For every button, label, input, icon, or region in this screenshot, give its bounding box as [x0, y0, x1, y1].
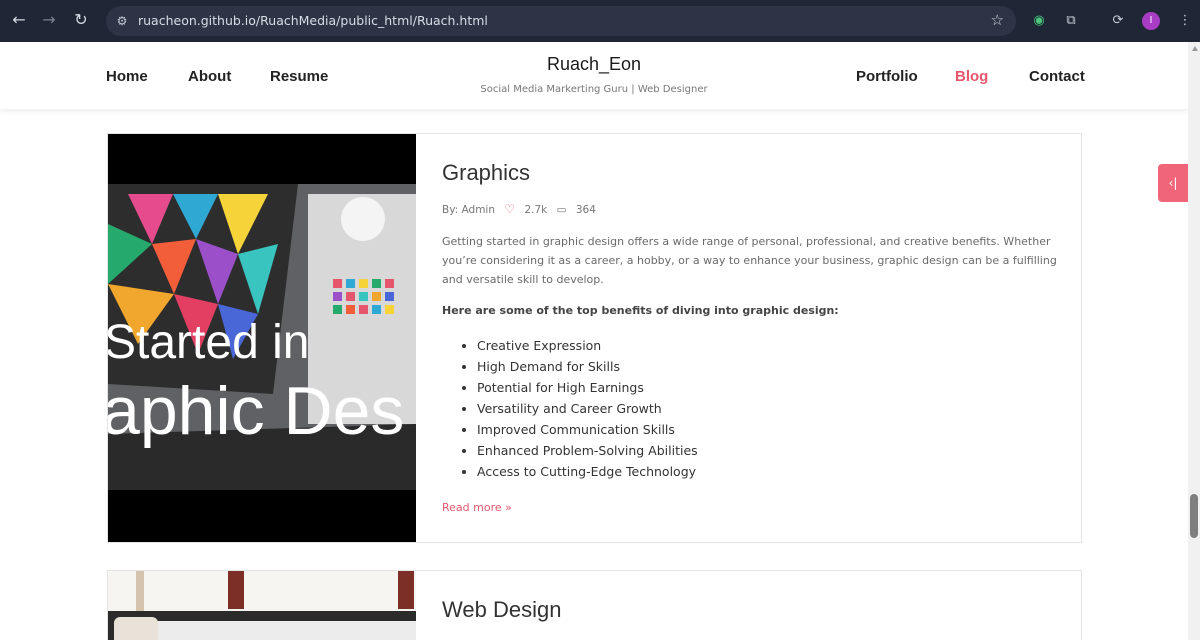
- nav-contact[interactable]: Contact: [1029, 68, 1085, 85]
- image-caption-line2: aphic Des: [108, 373, 404, 449]
- reload-icon[interactable]: ↻: [71, 10, 91, 30]
- blog-post-card: Started in aphic Des Graphics By: Admin …: [107, 133, 1082, 543]
- list-item: High Demand for Skills: [477, 356, 698, 377]
- read-more-link[interactable]: Read more »: [442, 501, 512, 514]
- post-likes: 2.7k: [524, 204, 548, 216]
- laptop-illustration: Started in aphic Des: [108, 134, 416, 542]
- post-author: By: Admin: [442, 204, 495, 216]
- list-item: Creative Expression: [477, 335, 698, 356]
- menu-kebab-icon[interactable]: ⋮: [1175, 11, 1195, 31]
- blog-post-card: Web Design: [107, 570, 1082, 640]
- benefits-heading: Here are some of the top benefits of div…: [442, 304, 839, 317]
- double-chevron-right-icon: »: [505, 501, 512, 514]
- sync-icon[interactable]: ⟳: [1108, 11, 1128, 31]
- extension-icon[interactable]: ◉: [1029, 11, 1049, 31]
- url-text[interactable]: ruacheon.github.io/RuachMedia/public_htm…: [138, 13, 488, 28]
- site-header: Home About Resume Ruach_Eon Social Media…: [0, 42, 1188, 109]
- post-title[interactable]: Web Design: [442, 597, 561, 623]
- desk-illustration: [108, 571, 416, 640]
- browser-toolbar: ← → ↻ ⚙ ruacheon.github.io/RuachMedia/pu…: [0, 0, 1200, 42]
- post-title[interactable]: Graphics: [442, 160, 530, 186]
- read-more-label[interactable]: Read more: [442, 501, 502, 514]
- comment-icon[interactable]: ▭: [557, 204, 567, 216]
- post-thumbnail[interactable]: [108, 571, 416, 640]
- extensions-puzzle-icon[interactable]: ⧉: [1061, 11, 1081, 31]
- scrollbar-thumb[interactable]: [1190, 494, 1198, 538]
- collapse-icon: ‹|: [1168, 176, 1178, 190]
- site-info-icon[interactable]: ⚙: [114, 13, 130, 29]
- post-thumbnail[interactable]: Started in aphic Des: [108, 134, 416, 542]
- bookmark-star-icon[interactable]: ☆: [991, 11, 1004, 29]
- image-caption-line1: Started in: [108, 316, 309, 369]
- forward-arrow-icon[interactable]: →: [39, 10, 59, 30]
- scroll-up-arrow[interactable]: [1192, 46, 1198, 51]
- scrollbar[interactable]: [1188, 42, 1200, 640]
- nav-blog[interactable]: Blog: [955, 68, 988, 85]
- heart-icon[interactable]: ♡: [504, 202, 515, 216]
- list-item: Improved Communication Skills: [477, 419, 698, 440]
- nav-portfolio[interactable]: Portfolio: [856, 68, 918, 85]
- back-arrow-icon[interactable]: ←: [9, 10, 29, 30]
- site-tagline: Social Media Markerting Guru | Web Desig…: [480, 84, 708, 95]
- post-meta: By: Admin ♡ 2.7k ▭ 364: [442, 202, 602, 216]
- web-page: Home About Resume Ruach_Eon Social Media…: [0, 42, 1188, 640]
- side-panel-toggle[interactable]: ‹|: [1158, 164, 1188, 202]
- post-comments: 364: [575, 204, 596, 216]
- site-brand[interactable]: Ruach_Eon: [0, 54, 1188, 75]
- list-item: Potential for High Earnings: [477, 377, 698, 398]
- list-item: Enhanced Problem-Solving Abilities: [477, 440, 698, 461]
- post-excerpt: Getting started in graphic design offers…: [442, 235, 1057, 286]
- list-item: Versatility and Career Growth: [477, 398, 698, 419]
- address-bar[interactable]: ⚙ ruacheon.github.io/RuachMedia/public_h…: [106, 6, 1016, 36]
- list-item: Access to Cutting-Edge Technology: [477, 461, 698, 482]
- profile-avatar[interactable]: I: [1142, 12, 1160, 30]
- benefits-list: Creative Expression High Demand for Skil…: [477, 335, 698, 482]
